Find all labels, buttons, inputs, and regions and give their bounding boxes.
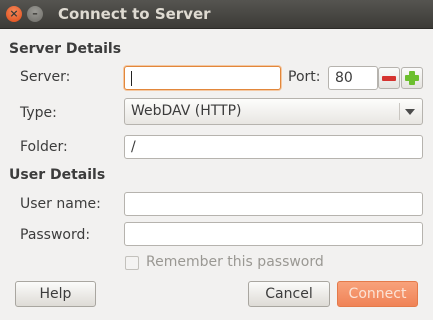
text-cursor: [131, 70, 132, 86]
server-details-heading: Server Details: [9, 41, 122, 57]
username-input[interactable]: [124, 192, 423, 216]
cancel-button[interactable]: Cancel: [248, 281, 330, 307]
remember-password-label: Remember this password: [146, 254, 324, 270]
port-decrement-button[interactable]: [378, 67, 400, 89]
type-dropdown[interactable]: WebDAV (HTTP): [124, 98, 423, 125]
type-label: Type:: [20, 105, 57, 121]
server-label: Server:: [20, 69, 71, 85]
folder-label: Folder:: [20, 139, 68, 155]
dropdown-separator: [399, 103, 400, 120]
server-input[interactable]: [124, 66, 281, 90]
remember-password-checkbox[interactable]: [125, 256, 139, 270]
folder-input[interactable]: /: [124, 135, 423, 159]
password-label: Password:: [20, 227, 91, 243]
minus-icon: [382, 76, 396, 81]
connect-button[interactable]: Connect: [337, 281, 418, 307]
window-title: Connect to Server: [58, 5, 211, 23]
port-increment-button[interactable]: [401, 67, 423, 89]
minimize-icon[interactable]: –: [27, 6, 43, 22]
user-details-heading: User Details: [9, 167, 106, 183]
port-label: Port:: [288, 69, 321, 85]
port-input[interactable]: 80: [328, 66, 378, 90]
help-button[interactable]: Help: [15, 281, 96, 307]
password-input[interactable]: [124, 222, 423, 246]
chevron-down-icon: [405, 109, 415, 115]
username-label: User name:: [20, 196, 101, 212]
close-icon[interactable]: ×: [6, 6, 22, 22]
type-selected-value: WebDAV (HTTP): [131, 103, 242, 119]
title-bar: × – Connect to Server: [0, 0, 433, 29]
